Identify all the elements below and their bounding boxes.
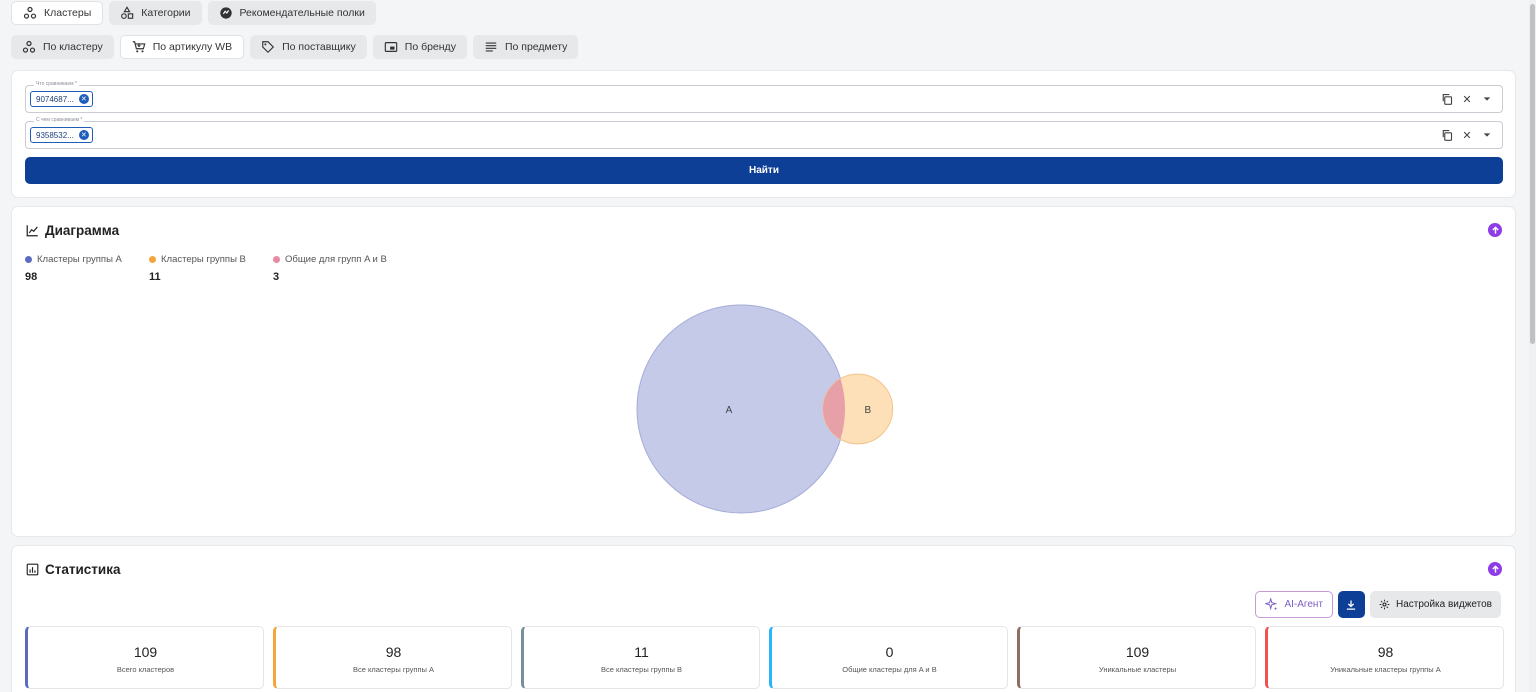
copy-icon[interactable] [1440,128,1454,142]
copy-icon[interactable] [1440,92,1454,106]
kpi-row: 109 Всего кластеров 98 Все кластеры группы… [25,626,1504,689]
list-icon [485,42,497,52]
scrollbar-thumb[interactable] [1530,4,1535,344]
diagram-card: Диаграмма Кластеры группы A 98 Кластеры … [11,206,1516,537]
field-label: Что сравниваем * [34,80,79,88]
download-icon [1347,600,1356,610]
tab-categories[interactable]: Категории [109,1,202,25]
kpi-label: Уникальные кластеры [1098,665,1177,674]
find-button[interactable]: Найти [25,157,1503,184]
kpi-value: 109 [1125,644,1150,660]
statistics-card: Статистика AI-Агент Настройка виджетов 1… [11,545,1516,692]
arrow-up-icon [1491,564,1499,573]
kpi-value: 98 [1377,644,1394,660]
tab-by-brand[interactable]: По бренду [372,35,467,59]
tab-by-supplier[interactable]: По поставщику [250,35,367,59]
clusters-icon [23,6,37,19]
tab-label: По артикулу WB [152,41,233,53]
venn-set-a[interactable] [636,304,846,514]
venn-label-a: A [726,405,733,416]
selected-article-chip[interactable]: 9074687... ✕ [30,91,93,107]
tab-label: По предмету [504,41,568,53]
selected-article-chip[interactable]: 9358532... ✕ [30,127,93,143]
kpi-label: Всего кластеров [116,665,175,674]
clusters-icon [22,40,36,53]
compare-what-field[interactable]: Что сравниваем * 9074687... ✕ ✕ [25,80,1503,113]
chip-text: 9074687... [36,94,74,104]
tab-label: По поставщику [282,41,356,53]
tab-label: Категории [141,7,191,19]
clear-icon[interactable]: ✕ [1460,92,1474,106]
chip-text: 9358532... [36,130,74,140]
kpi-value: 11 [634,644,649,660]
tab-label: Кластеры [44,7,92,19]
ai-agent-button[interactable]: AI-Агент [1255,591,1333,618]
shelves-icon [219,7,232,19]
kpi-label: Все кластеры группы B [600,665,682,674]
venn-diagram: AB [636,304,894,514]
kpi-value: 109 [133,644,158,660]
tab-by-wb-article[interactable]: По артикулу WB [119,35,245,59]
sparkle-icon [1265,598,1278,611]
compare-with-field[interactable]: С чем сравниваем * 9358532... ✕ ✕ [25,116,1503,149]
statistics-toolbar: AI-Агент Настройка виджетов [1255,591,1501,618]
sub-tabs: По кластеру По артикулу WB По поставщику… [11,35,579,59]
compare-form: Что сравниваем * 9074687... ✕ ✕ С чем ср… [11,70,1516,198]
widget-settings-button[interactable]: Настройка виджетов [1369,591,1501,618]
kpi-label: Уникальные кластеры группы A [1330,665,1441,674]
kpi-card-common: 0 Общие кластеры для A и B [769,626,1008,689]
kpi-card-unique-group-a: 98 Уникальные кластеры группы A [1265,626,1504,689]
collapse-statistics-button[interactable] [1488,562,1502,576]
field-label: С чем сравниваем * [34,116,85,124]
tab-by-cluster[interactable]: По кластеру [11,35,114,59]
chip-remove-icon[interactable]: ✕ [78,130,89,140]
page-scrollbar[interactable] [1529,0,1536,692]
clear-icon[interactable]: ✕ [1460,128,1474,142]
kpi-label: Все кластеры группы A [352,665,434,674]
tab-label: Рекомендательные полки [239,7,365,19]
kpi-card-group-b: 11 Все кластеры группы B [521,626,760,689]
tab-by-subject[interactable]: По предмету [472,35,579,59]
categories-icon [121,6,134,19]
gear-icon [1379,599,1390,610]
chevron-down-icon[interactable] [1480,92,1494,106]
chip-remove-icon[interactable]: ✕ [78,94,89,104]
kpi-value: 0 [885,644,894,660]
tab-label: По бренду [404,41,456,53]
kpi-card-group-a: 98 Все кластеры группы A [273,626,512,689]
statistics-title: Статистика [26,562,120,577]
top-tabs: Кластеры Категории Рекомендательные полк… [11,1,376,25]
kpi-card-unique: 109 Уникальные кластеры [1017,626,1256,689]
download-button[interactable] [1337,591,1365,618]
brand-icon [384,42,398,52]
tab-label: По кластеру [43,41,103,53]
tab-clusters[interactable]: Кластеры [11,1,104,25]
chevron-down-icon[interactable] [1480,128,1494,142]
tab-recommendation-shelves[interactable]: Рекомендательные полки [207,1,376,25]
kpi-value: 98 [385,644,402,660]
kpi-label: Общие кластеры для A и B [842,665,937,674]
venn-label-b: B [865,405,872,416]
kpi-card-total-clusters: 109 Всего кластеров [25,626,264,689]
bar-chart-icon [26,563,39,576]
cart-icon [132,41,146,53]
tag-icon [262,41,275,54]
